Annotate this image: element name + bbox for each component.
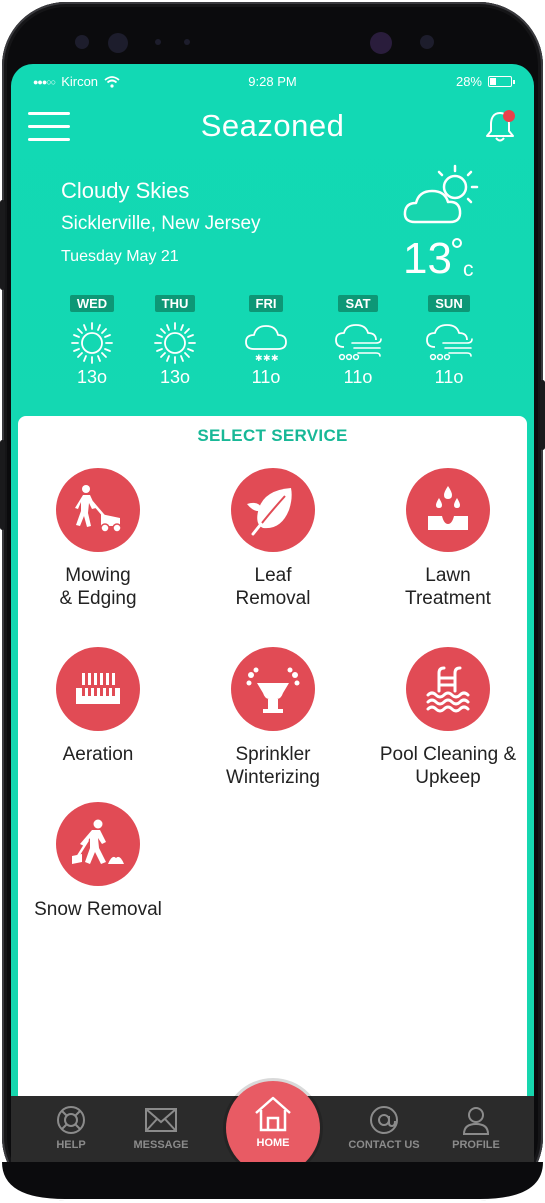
app-title: Seazoned xyxy=(200,108,345,143)
forecast-day: SAT 11o xyxy=(328,295,388,388)
forecast-temp: 11o xyxy=(343,367,373,387)
forecast-temp: 13o xyxy=(76,367,108,387)
nav-label: MESSAGE xyxy=(133,1139,189,1151)
forecast-temp: 11o xyxy=(434,367,464,387)
forecast-day-label: WED xyxy=(69,295,115,312)
svg-text:✱: ✱ xyxy=(255,354,263,364)
nav-label: HELP xyxy=(56,1139,86,1151)
nav-label: HOME xyxy=(256,1137,290,1149)
forecast-temp: 11o xyxy=(251,367,281,387)
weather-temperature: 13 xyxy=(403,234,452,283)
leaf-icon xyxy=(247,488,292,536)
partly-cloudy-icon xyxy=(403,164,479,224)
weather-date: Tuesday May 21 xyxy=(61,248,179,265)
notification-badge xyxy=(503,110,515,122)
sun-icon xyxy=(154,322,196,364)
forecast-temp: 13o xyxy=(159,367,191,387)
sensor-dot xyxy=(155,39,161,45)
forecast-day: SUN 11o xyxy=(419,295,479,388)
pool-icon xyxy=(426,666,470,713)
select-service-title: SELECT SERVICE xyxy=(197,426,348,445)
battery-icon xyxy=(488,76,515,87)
nav-label: PROFILE xyxy=(452,1139,500,1151)
lifebuoy-icon xyxy=(57,1106,85,1134)
windy-cloud-icon xyxy=(335,324,382,361)
degree-symbol xyxy=(452,238,462,248)
weather-location: Sicklerville, New Jersey xyxy=(61,213,261,234)
svg-text:✱: ✱ xyxy=(263,354,271,364)
service-label: Pool Cleaning & Upkeep xyxy=(379,744,517,788)
app-screen: ●●●○○ Kircon 9:28 PM 28% Seazoned Cloudy… xyxy=(11,64,534,1162)
forecast-day-label: THU xyxy=(154,295,196,312)
snow-cloud-icon: ✱ ✱ ✱ xyxy=(245,325,287,364)
power-button xyxy=(540,380,545,450)
front-camera xyxy=(75,35,89,49)
weather-unit: c xyxy=(463,258,474,281)
forecast-row: WED 13o THU 13o FRI ✱ ✱ ✱ 11o SAT 11o SU… xyxy=(11,295,534,400)
service-sprinkler-winterizing[interactable]: Sprinkler Winterizing xyxy=(188,647,358,789)
nav-home[interactable]: HOME xyxy=(226,1081,320,1175)
service-label: Snow Removal xyxy=(34,899,162,920)
sun-icon xyxy=(71,322,113,364)
service-label: Mowing & Edging xyxy=(59,565,137,609)
shovel-icon xyxy=(72,819,124,864)
at-sign-icon xyxy=(370,1106,398,1134)
battery-percent: 28% xyxy=(455,74,482,89)
sensor-dot xyxy=(420,35,434,49)
forecast-day: FRI ✱ ✱ ✱ 11o xyxy=(236,295,296,388)
sensor-dot xyxy=(184,39,190,45)
mower-icon xyxy=(75,485,122,533)
battery-fill xyxy=(490,78,497,85)
nav-help[interactable]: HELP xyxy=(21,1096,121,1151)
forecast-day-label: FRI xyxy=(248,295,284,312)
weather-condition: Cloudy Skies xyxy=(61,178,190,203)
windy-cloud-icon xyxy=(426,324,473,361)
service-leaf-removal[interactable]: Leaf Removal xyxy=(188,468,358,610)
iris-camera xyxy=(370,32,392,54)
service-label: Leaf Removal xyxy=(235,565,311,609)
service-lawn-treatment[interactable]: Lawn Treatment xyxy=(363,468,533,610)
user-icon xyxy=(462,1107,490,1135)
nav-label: CONTACT US xyxy=(348,1139,420,1151)
envelope-icon xyxy=(145,1108,177,1132)
svg-text:✱: ✱ xyxy=(271,354,279,364)
water-drops-icon xyxy=(428,486,468,530)
front-sensor xyxy=(108,33,128,53)
phone-bottom-bezel xyxy=(0,1162,545,1201)
service-card: SELECT SERVICE Mowing & Edging Leaf Remo… xyxy=(18,416,527,1162)
aeration-icon xyxy=(76,673,120,704)
service-label: Aeration xyxy=(62,744,134,765)
forecast-day-label: SUN xyxy=(428,295,470,312)
notification-button[interactable] xyxy=(482,108,518,144)
volume-button xyxy=(0,200,5,290)
status-bar: ●●●○○ Kircon 9:28 PM 28% xyxy=(11,72,534,92)
nav-contact-us[interactable]: CONTACT US xyxy=(334,1096,434,1151)
forecast-day: WED 13o xyxy=(62,295,122,388)
service-pool-cleaning[interactable]: Pool Cleaning & Upkeep xyxy=(363,647,533,789)
forecast-day-label: SAT xyxy=(338,295,378,312)
service-mowing-edging[interactable]: Mowing & Edging xyxy=(13,468,183,610)
service-snow-removal[interactable]: Snow Removal xyxy=(13,802,183,921)
service-label: Lawn Treatment xyxy=(405,565,491,609)
sprinkler-icon xyxy=(246,667,300,713)
nav-profile[interactable]: PROFILE xyxy=(426,1096,526,1151)
forecast-day: THU 13o xyxy=(145,295,205,388)
nav-message[interactable]: MESSAGE xyxy=(111,1096,211,1151)
home-icon xyxy=(255,1096,291,1132)
service-label: Sprinkler Winterizing xyxy=(226,744,320,788)
service-aeration[interactable]: Aeration xyxy=(13,647,183,766)
side-button xyxy=(0,440,5,530)
